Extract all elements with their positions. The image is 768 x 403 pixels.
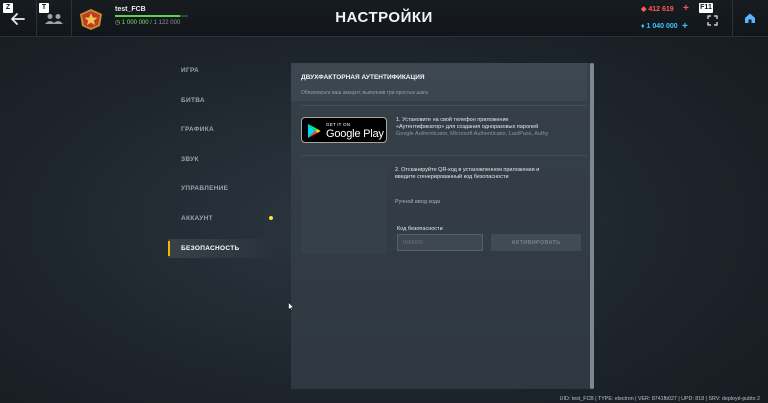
step-2-line1: 2. Отсканируйте QR-код в установленном п…	[395, 167, 540, 173]
step-1-text: 1. Установите на свой телефон приложение…	[396, 117, 548, 138]
currency-blue-amount: 1 040 000	[646, 23, 678, 30]
qr-code	[301, 168, 387, 254]
security-code-input[interactable]	[397, 234, 483, 251]
fullscreen-button[interactable]	[707, 13, 718, 26]
store-badge-top: GET IT ON	[326, 122, 351, 127]
step-2-text: 2. Отсканируйте QR-код в установленном п…	[395, 167, 539, 181]
fullscreen-hotkey-badge: F11	[699, 3, 713, 13]
panel-scrollbar[interactable]	[590, 63, 594, 389]
mouse-cursor-icon	[288, 302, 294, 311]
nav-item-game[interactable]: ИГРА	[168, 61, 278, 80]
security-code-label: Код безопасности	[397, 226, 443, 232]
step-1-line1: 1. Установите на свой телефон приложение	[396, 117, 509, 123]
two-factor-panel: ДВУХФАКТОРНАЯ АУТЕНТИФИКАЦИЯ Обезопасьте…	[291, 63, 591, 389]
home-button[interactable]	[744, 11, 756, 23]
currency-blue: ♦ 1 040 000	[641, 23, 678, 30]
add-red-currency-icon[interactable]: +	[683, 4, 691, 14]
nav-item-controls[interactable]: УПРАВЛЕНИЕ	[168, 179, 278, 198]
divider	[732, 0, 733, 37]
activate-button[interactable]: АКТИВИРОВАТЬ	[491, 234, 581, 251]
top-bar: Z T test_FCB ◷ 1 000 000 / 1 122 000 НАС…	[0, 0, 768, 37]
nav-item-security[interactable]: БЕЗОПАСНОСТЬ	[168, 238, 278, 258]
home-icon	[745, 13, 755, 23]
step-1-line2: «Аутентификатор» для создания одноразовы…	[396, 124, 539, 130]
fullscreen-icon	[707, 15, 718, 26]
scrollbar-thumb[interactable]	[590, 63, 594, 389]
manual-entry-link[interactable]: Ручной ввод кода	[395, 199, 440, 205]
build-info-footer: UID: test_FCB | TYPE: electron | VER: 87…	[559, 396, 760, 402]
google-play-button[interactable]: GET IT ON Google Play	[301, 117, 387, 143]
store-badge-main: Google Play	[326, 128, 384, 140]
currency-red: ◆ 412 619	[641, 5, 674, 13]
currency-red-amount: 412 619	[648, 6, 674, 13]
nav-item-graphics[interactable]: ГРАФИКА	[168, 120, 278, 139]
divider	[301, 105, 587, 106]
panel-header: ДВУХФАКТОРНАЯ АУТЕНТИФИКАЦИЯ Обезопасьте…	[291, 63, 587, 101]
notification-dot	[269, 216, 273, 221]
add-blue-currency-icon[interactable]: +	[682, 22, 690, 32]
panel-subtitle: Обезопасьте ваш аккаунт, выполнив три пр…	[301, 90, 428, 96]
settings-nav: ИГРА БИТВА ГРАФИКА ЗВУК УПРАВЛЕНИЕ АККАУ…	[168, 61, 278, 268]
step-1-hint: Google Authenticator, Microsoft Authenti…	[396, 131, 549, 137]
step-2-line2: введите сгенерированный код безопасности	[395, 174, 509, 180]
nav-item-account[interactable]: АККАУНТ	[168, 209, 278, 228]
panel-title: ДВУХФАКТОРНАЯ АУТЕНТИФИКАЦИЯ	[301, 74, 425, 81]
divider	[301, 155, 587, 156]
nav-item-battle[interactable]: БИТВА	[168, 91, 278, 110]
nav-item-account-label: АККАУНТ	[181, 214, 213, 222]
nav-item-sound[interactable]: ЗВУК	[168, 150, 278, 169]
google-play-icon	[308, 124, 321, 138]
